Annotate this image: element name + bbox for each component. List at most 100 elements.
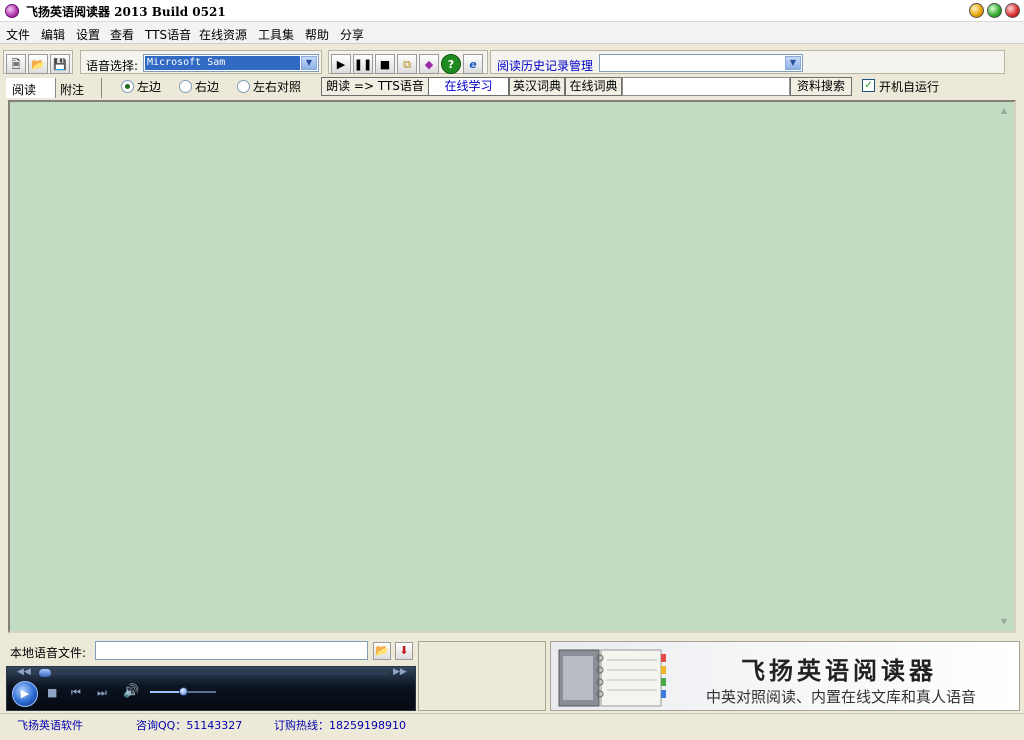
en-cn-dictionary-button[interactable]: 英汉词典 xyxy=(509,77,565,96)
pause-button[interactable]: ❚❚ xyxy=(353,54,373,74)
new-document-icon: 🗎 xyxy=(11,57,21,71)
radio-side-by-side[interactable]: 左右对照 xyxy=(237,78,307,94)
play-icon: ▶ xyxy=(336,57,346,71)
local-audio-input[interactable] xyxy=(95,641,368,660)
book-icon: ◆ xyxy=(424,57,434,71)
download-icon: ⬇ xyxy=(399,644,409,657)
voice-select-value: Microsoft Sam xyxy=(145,56,300,70)
status-hotline: 订购热线：18259198910 xyxy=(274,719,406,732)
stop-icon: ■ xyxy=(379,57,391,71)
fast-forward-icon[interactable]: ▶▶ xyxy=(393,667,407,677)
autostart-checkbox[interactable]: ✓ xyxy=(862,79,875,92)
radio-right-label: 右边 xyxy=(195,80,220,94)
menu-settings[interactable]: 设置 xyxy=(76,26,100,43)
product-banner[interactable]: 飞扬英语阅读器 中英对照阅读、内置在线文库和真人语音 xyxy=(550,641,1020,711)
tab-notes[interactable]: 附注 xyxy=(58,78,102,98)
save-file-button[interactable]: 💾 xyxy=(50,54,70,74)
radio-left-dot xyxy=(121,80,134,93)
online-study-button[interactable]: 在线学习 xyxy=(428,77,509,96)
menu-help[interactable]: 帮助 xyxy=(305,26,329,43)
browser-button[interactable]: e xyxy=(463,54,483,74)
checkmark-icon: ✓ xyxy=(864,80,873,91)
radio-right[interactable]: 右边 xyxy=(179,78,229,94)
chevron-down-icon[interactable]: ▼ xyxy=(301,56,317,70)
local-audio-label: 本地语音文件: xyxy=(10,646,87,660)
status-bar: 飞扬英语软件 咨询QQ：51143327 订购热线：18259198910 xyxy=(0,713,1024,735)
internet-explorer-icon: e xyxy=(469,57,477,71)
previous-track-icon[interactable]: ⏮ xyxy=(71,686,81,700)
stop-button[interactable]: ■ xyxy=(375,54,395,74)
radio-left-label: 左边 xyxy=(137,80,162,94)
tts-read-button[interactable]: 朗读 => TTS语音 xyxy=(321,77,429,96)
menu-tools[interactable]: 工具集 xyxy=(258,26,294,43)
window-title: 飞扬英语阅读器 2013 Build 0521 xyxy=(26,5,226,19)
pause-icon: ❚❚ xyxy=(353,57,373,71)
lookup-input[interactable] xyxy=(622,77,790,96)
browse-audio-button[interactable]: 📂 xyxy=(373,642,391,660)
player-play-button[interactable]: ▶ xyxy=(12,681,38,707)
volume-knob[interactable] xyxy=(179,687,188,696)
search-button[interactable]: 资料搜索 xyxy=(790,77,852,96)
history-manager-link[interactable]: 阅读历史记录管理 xyxy=(497,57,593,74)
playback-toolbar-group: ▶ ❚❚ ■ ⧉ ◆ ? e xyxy=(328,50,488,74)
play-button[interactable]: ▶ xyxy=(331,54,351,74)
autostart-label: 开机自运行 xyxy=(879,80,940,94)
maximize-button[interactable] xyxy=(987,3,1002,18)
dictionary-button[interactable]: ◆ xyxy=(419,54,439,74)
tab-reading[interactable]: 阅读 xyxy=(6,78,56,98)
download-audio-button[interactable]: ⬇ xyxy=(395,642,413,660)
help-icon: ? xyxy=(447,57,455,71)
title-bar: 飞扬英语阅读器 2013 Build 0521 xyxy=(0,0,1024,22)
menu-tts[interactable]: TTS语音 xyxy=(145,26,191,43)
chevron-down-icon[interactable]: ▼ xyxy=(785,56,801,70)
radio-side-by-side-dot xyxy=(237,80,250,93)
voice-select[interactable]: Microsoft Sam ▼ xyxy=(143,54,319,72)
banner-title: 飞扬英语阅读器 xyxy=(741,656,937,685)
menu-edit[interactable]: 编辑 xyxy=(41,26,65,43)
next-track-icon[interactable]: ⏭ xyxy=(97,686,107,700)
voice-select-label: 语音选择: xyxy=(86,59,139,73)
side-panel xyxy=(418,641,546,711)
main-toolbar: 🗎 📂 💾 语音选择: Microsoft Sam ▼ ▶ ❚❚ ■ ⧉ ◆ ?… xyxy=(0,48,1024,76)
player-stop-icon[interactable]: ■ xyxy=(47,686,57,699)
planner-image xyxy=(558,649,666,707)
voice-toolbar-group: 语音选择: Microsoft Sam ▼ xyxy=(80,50,322,74)
seek-knob[interactable] xyxy=(39,669,52,677)
history-select[interactable]: ▼ xyxy=(599,54,803,72)
bottom-panel: 本地语音文件: 📂 ⬇ ◀◀ ▶▶ ▶ ■ ⏮ ⏭ 🔊 飞扬英语阅读器 中英对照… xyxy=(4,638,1020,712)
folder-open-icon: 📂 xyxy=(31,57,45,71)
open-file-button[interactable]: 📂 xyxy=(28,54,48,74)
close-button[interactable] xyxy=(1005,3,1020,18)
seek-bar[interactable] xyxy=(32,672,387,675)
save-icon: 💾 xyxy=(53,57,67,71)
menu-online-resources[interactable]: 在线资源 xyxy=(199,26,247,43)
reading-area[interactable]: ▲ ▼ xyxy=(8,100,1016,633)
scroll-down-icon[interactable]: ▼ xyxy=(997,615,1011,629)
copy-icon: ⧉ xyxy=(403,57,411,71)
media-player: ◀◀ ▶▶ ▶ ■ ⏮ ⏭ 🔊 xyxy=(6,666,416,711)
minimize-button[interactable] xyxy=(969,3,984,18)
volume-icon[interactable]: 🔊 xyxy=(123,684,139,699)
menu-view[interactable]: 查看 xyxy=(110,26,134,43)
app-icon xyxy=(5,4,19,18)
banner-subtitle: 中英对照阅读、内置在线文库和真人语音 xyxy=(706,688,977,706)
vertical-scrollbar[interactable]: ▲ ▼ xyxy=(996,104,1012,629)
folder-open-icon: 📂 xyxy=(375,644,389,657)
copy-button[interactable]: ⧉ xyxy=(397,54,417,74)
help-button[interactable]: ? xyxy=(441,54,461,74)
menu-share[interactable]: 分享 xyxy=(340,26,364,43)
new-file-button[interactable]: 🗎 xyxy=(6,54,26,74)
radio-side-by-side-label: 左右对照 xyxy=(253,80,302,94)
menu-file[interactable]: 文件 xyxy=(6,26,30,43)
play-icon: ▶ xyxy=(20,687,30,700)
scroll-up-icon[interactable]: ▲ xyxy=(997,104,1011,118)
file-toolbar-group: 🗎 📂 💾 xyxy=(3,50,73,74)
radio-right-dot xyxy=(179,80,192,93)
status-software-name: 飞扬英语软件 xyxy=(17,719,83,732)
online-dictionary-button[interactable]: 在线词典 xyxy=(565,77,622,96)
audio-panel: 本地语音文件: 📂 ⬇ ◀◀ ▶▶ ▶ ■ ⏮ ⏭ 🔊 xyxy=(4,638,416,712)
rewind-icon[interactable]: ◀◀ xyxy=(17,667,31,677)
status-qq: 咨询QQ：51143327 xyxy=(136,719,243,732)
radio-left[interactable]: 左边 xyxy=(121,78,171,94)
menu-bar: 文件 编辑 设置 查看 TTS语音 在线资源 工具集 帮助 分享 xyxy=(0,22,1024,44)
